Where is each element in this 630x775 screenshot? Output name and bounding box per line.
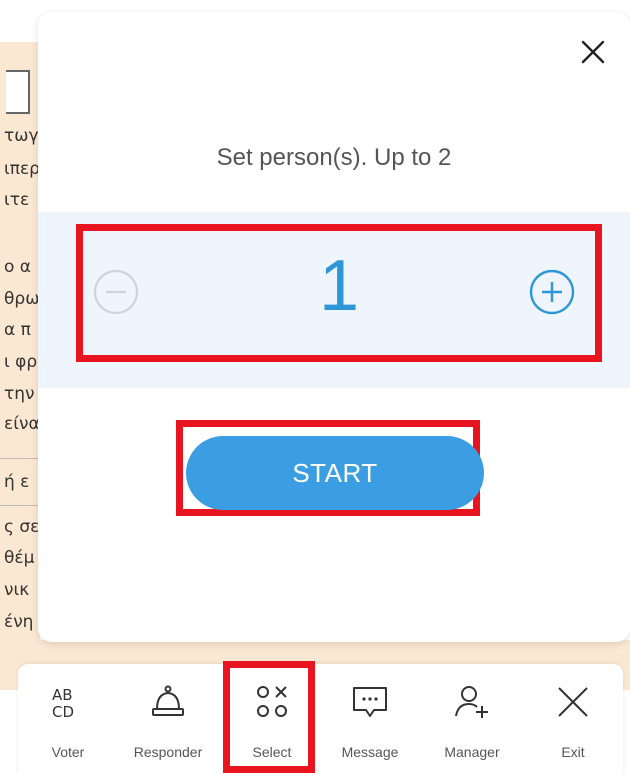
document-text-line: ιτε bbox=[4, 190, 30, 210]
document-text-line: θέμ bbox=[4, 548, 35, 568]
close-icon bbox=[581, 40, 605, 64]
document-text-line: α π bbox=[4, 320, 31, 340]
document-text-line: νικ bbox=[4, 580, 30, 600]
document-text-line: είνα bbox=[4, 414, 40, 434]
document-textbox bbox=[6, 70, 30, 114]
document-text-line: ή ε bbox=[4, 472, 30, 492]
start-button[interactable]: START bbox=[186, 436, 484, 510]
document-text-line: θρω bbox=[4, 289, 40, 309]
document-text-line: τωγ bbox=[4, 126, 39, 146]
dialog-prompt: Set person(s). Up to 2 bbox=[216, 144, 452, 171]
add-person-icon bbox=[455, 686, 488, 718]
plus-circle-icon bbox=[529, 269, 575, 315]
svg-text:AB: AB bbox=[52, 686, 73, 704]
toolbar-message[interactable]: Message bbox=[320, 664, 420, 775]
document-text-line: ς σε bbox=[4, 517, 40, 537]
toolbar-exit[interactable]: Exit bbox=[523, 664, 623, 775]
document-divider bbox=[0, 458, 40, 459]
toolbar-label: Select bbox=[252, 744, 292, 760]
toolbar-label: Manager bbox=[444, 744, 500, 760]
person-count: 1 bbox=[318, 246, 360, 326]
bottom-toolbar: AB CD Voter Responder Select Message Man… bbox=[18, 664, 623, 775]
bell-icon bbox=[152, 685, 184, 716]
toolbar-voter[interactable]: AB CD Voter bbox=[18, 664, 118, 775]
message-icon bbox=[353, 687, 387, 717]
close-dialog-button[interactable] bbox=[576, 35, 610, 69]
document-text-line: ο α bbox=[4, 257, 32, 277]
toolbar-label: Responder bbox=[133, 744, 203, 760]
count-stepper: 1 bbox=[76, 224, 602, 362]
document-text-line: ι φρ bbox=[4, 352, 38, 372]
select-persons-dialog: Set person(s). Up to 2 1 START bbox=[38, 12, 630, 642]
close-icon bbox=[558, 687, 588, 717]
toolbar-responder[interactable]: Responder bbox=[118, 664, 218, 775]
toolbar-label: Exit bbox=[561, 744, 585, 760]
abcd-icon: AB CD bbox=[52, 686, 74, 721]
svg-text:CD: CD bbox=[52, 703, 74, 721]
document-text-line: ένη bbox=[4, 612, 34, 632]
increase-button[interactable] bbox=[528, 268, 576, 316]
select-shapes-icon bbox=[257, 686, 287, 717]
document-divider bbox=[0, 505, 40, 506]
toolbar-select[interactable]: Select bbox=[222, 664, 322, 775]
count-stepper-area: 1 bbox=[38, 212, 630, 388]
toolbar-label: Message bbox=[341, 744, 399, 760]
document-text-line: την bbox=[4, 384, 35, 404]
toolbar-manager[interactable]: Manager bbox=[422, 664, 522, 775]
document-text-line: ιπερ bbox=[4, 159, 40, 179]
toolbar-label: Voter bbox=[51, 744, 85, 760]
